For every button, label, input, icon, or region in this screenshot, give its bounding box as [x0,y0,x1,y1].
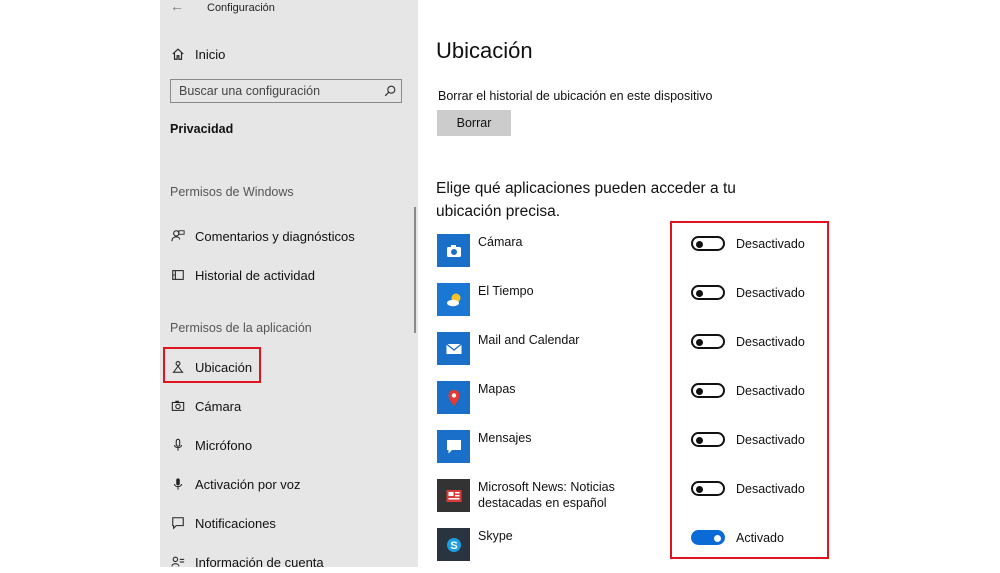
voice-activation-icon [170,476,186,492]
section-heading-windows-permissions: Permisos de Windows [170,185,294,199]
toggle-state-label: Desactivado [736,384,805,398]
app-row-messages: Mensajes Desactivado [437,430,837,470]
sidebar-item-label: Cámara [195,398,242,414]
left-margin [0,0,160,567]
category-heading: Privacidad [170,122,234,136]
search-input-container[interactable] [170,79,402,103]
sidebar-item-microphone[interactable]: Micrófono [170,434,252,456]
sidebar-item-label: Historial de actividad [195,267,315,283]
search-input[interactable] [171,80,379,102]
app-name: Mensajes [478,431,532,445]
sidebar-item-label: Inicio [195,46,226,62]
sidebar-item-label: Micrófono [195,437,253,453]
mail-app-icon [437,332,470,365]
microphone-icon [170,437,186,453]
toggle-state-label: Desactivado [736,482,805,496]
section-heading-app-permissions: Permisos de la aplicación [170,321,312,335]
app-row-skype: S Skype Activado [437,528,837,568]
location-toggle-weather[interactable] [691,285,725,300]
sidebar-item-label: Información de cuenta [195,554,324,570]
app-row-mail: Mail and Calendar Desactivado [437,332,837,372]
sidebar-item-activity-history[interactable]: Historial de actividad [170,264,315,286]
sidebar-item-voice-activation[interactable]: Activación por voz [170,473,301,495]
toggle-knob [696,289,703,297]
notifications-icon [170,515,186,531]
app-name: Mail and Calendar [478,333,580,347]
svg-text:S: S [450,540,457,552]
window-title: Configuración [207,2,275,14]
toggle-state-label: Desactivado [736,286,805,300]
maps-app-icon [437,381,470,414]
account-info-icon [170,554,186,570]
sidebar: ← Configuración Inicio Privacidad Permis… [160,0,418,570]
app-row-weather: El Tiempo Desactivado [437,283,837,323]
location-icon [170,359,186,375]
toggle-state-label: Activado [736,531,784,545]
camera-icon [170,398,186,414]
sidebar-item-home[interactable]: Inicio [170,43,225,65]
sidebar-item-notifications[interactable]: Notificaciones [170,512,276,534]
sidebar-item-label: Comentarios y diagnósticos [195,228,355,244]
right-margin [845,0,1000,567]
sidebar-item-label: Notificaciones [195,515,276,531]
toggle-state-label: Desactivado [736,433,805,447]
sidebar-item-location[interactable]: Ubicación [170,356,252,378]
location-toggle-camera[interactable] [691,236,725,251]
main-content: Ubicación Borrar el historial de ubicaci… [418,0,845,567]
clear-history-button[interactable]: Borrar [437,110,511,136]
sidebar-item-label: Ubicación [195,359,253,375]
back-arrow-icon[interactable]: ← [170,0,184,14]
sidebar-item-label: Activación por voz [195,476,301,492]
toggle-knob [696,240,703,248]
skype-app-icon: S [437,528,470,561]
sidebar-item-camera[interactable]: Cámara [170,395,241,417]
feedback-icon [170,228,186,244]
toggle-knob [696,485,703,493]
app-row-maps: Mapas Desactivado [437,381,837,421]
location-toggle-skype[interactable] [691,530,725,545]
home-icon [170,46,186,62]
toggle-knob [696,436,703,444]
news-app-icon [437,479,470,512]
weather-app-icon [437,283,470,316]
app-name: Skype [478,529,513,543]
app-row-camera: Cámara Desactivado [437,234,837,274]
toggle-state-label: Desactivado [736,237,805,251]
sidebar-item-feedback[interactable]: Comentarios y diagnósticos [170,225,355,247]
apps-access-heading: Elige qué aplicaciones pueden acceder a … [436,180,736,220]
app-name: Cámara [478,235,523,249]
location-toggle-mail[interactable] [691,334,725,349]
app-name: Mapas [478,382,516,396]
title-bar: ← Configuración [160,0,418,18]
toggle-state-label: Desactivado [736,335,805,349]
app-name: Microsoft News: Noticias destacadas en e… [478,480,615,510]
app-name: El Tiempo [478,284,534,298]
sidebar-scrollbar[interactable] [414,207,416,333]
search-icon[interactable] [383,84,397,98]
clear-history-description: Borrar el historial de ubicación en este… [438,89,713,103]
activity-history-icon [170,267,186,283]
location-toggle-messages[interactable] [691,432,725,447]
toggle-knob [714,534,721,542]
sidebar-item-account-info[interactable]: Información de cuenta [170,551,324,573]
messages-app-icon [437,430,470,463]
toggle-knob [696,387,703,395]
toggle-knob [696,338,703,346]
app-row-news: Microsoft News: Noticias destacadas en e… [437,479,837,519]
page-title: Ubicación [436,38,533,63]
camera-app-icon [437,234,470,267]
location-toggle-maps[interactable] [691,383,725,398]
location-toggle-news[interactable] [691,481,725,496]
